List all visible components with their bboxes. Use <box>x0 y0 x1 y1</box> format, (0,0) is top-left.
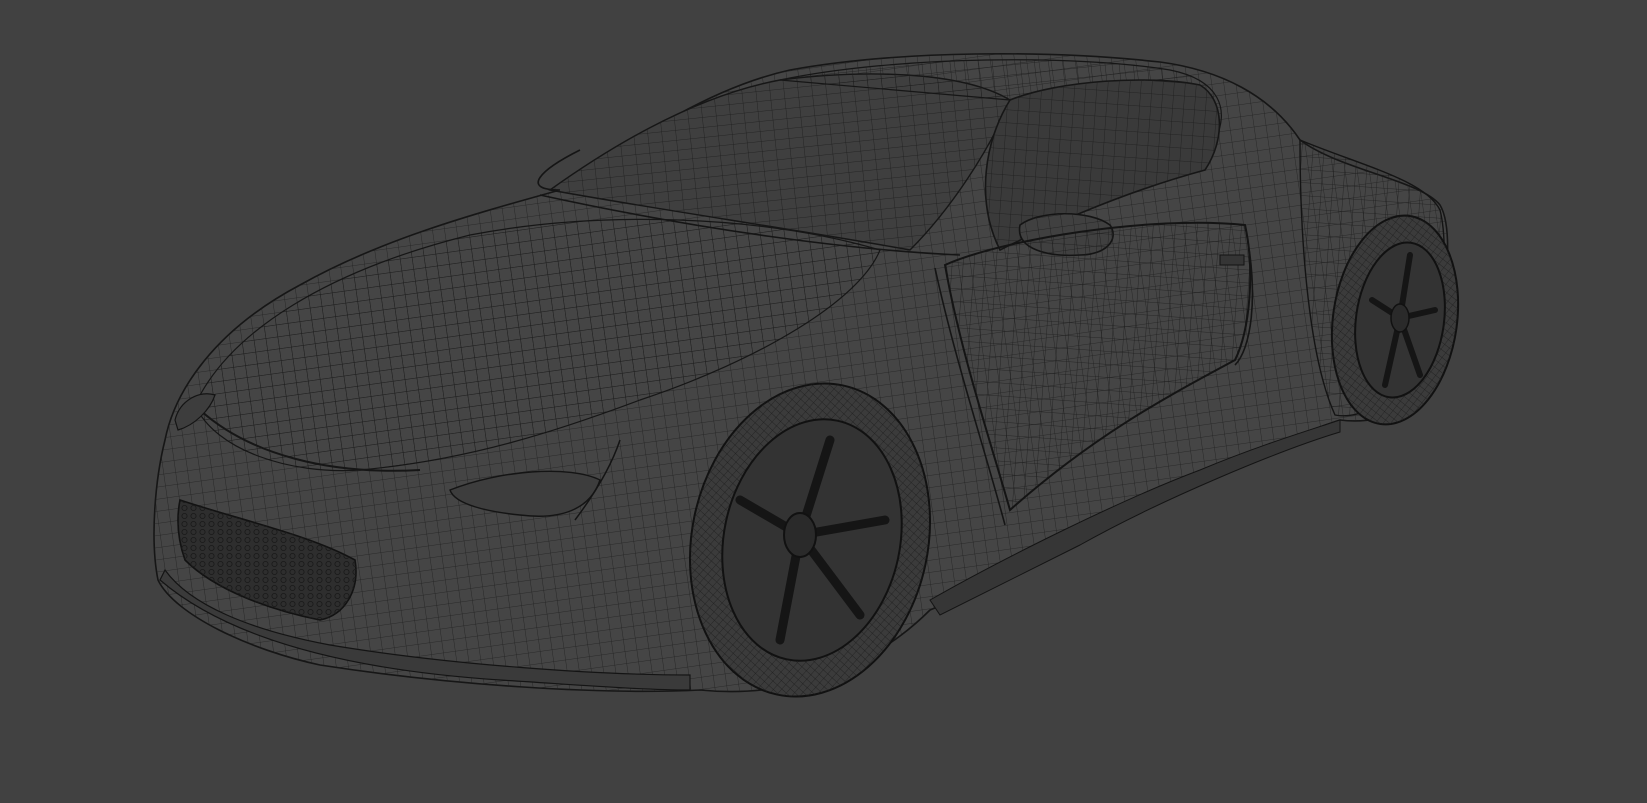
front-hub <box>783 512 817 558</box>
door-handle <box>1219 254 1245 266</box>
3d-viewport[interactable] <box>0 0 1647 803</box>
rear-hub <box>1390 303 1410 333</box>
car-wireframe-model <box>153 53 1460 698</box>
